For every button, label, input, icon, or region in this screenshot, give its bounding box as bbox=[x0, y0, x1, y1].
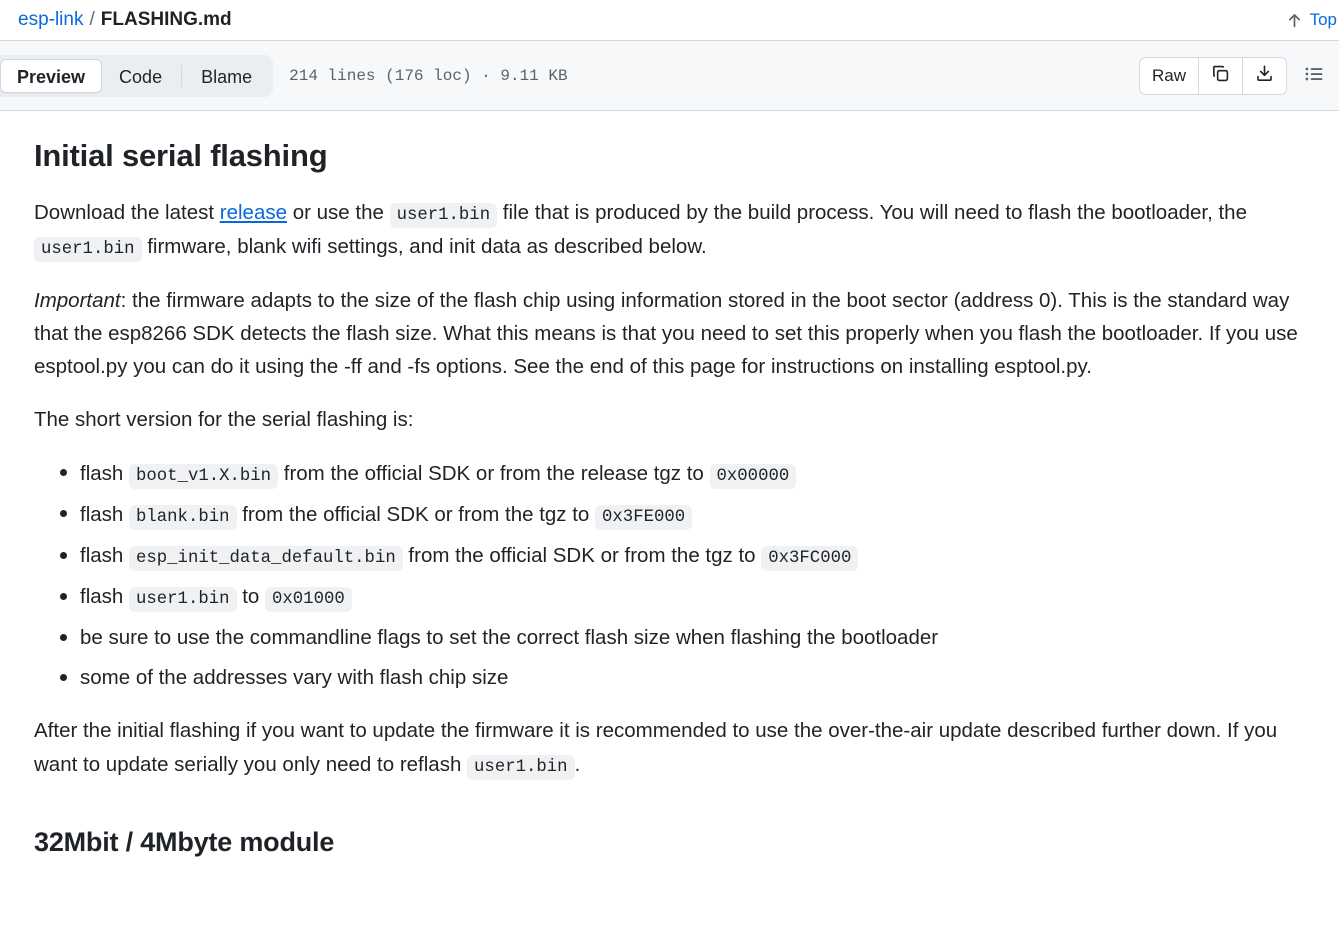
file-actions-button-group: Raw bbox=[1138, 56, 1287, 95]
paragraph-important: Important: the firmware adapts to the si… bbox=[34, 284, 1305, 384]
ota-text-a: After the initial flashing if you want t… bbox=[34, 719, 1278, 776]
intro-text-d: firmware, blank wifi settings, and init … bbox=[141, 234, 707, 258]
inline-code-address: 0x00000 bbox=[709, 463, 797, 489]
file-stats: 214 lines (176 loc) · 9.11 KB bbox=[289, 66, 568, 85]
breadcrumb-repo-link[interactable]: esp-link bbox=[18, 9, 83, 31]
breadcrumb-filename: FLASHING.md bbox=[100, 9, 232, 30]
list-item-text-b: to bbox=[236, 584, 266, 608]
outline-button[interactable] bbox=[1297, 59, 1331, 93]
inline-code-file: esp_init_data_default.bin bbox=[129, 545, 403, 571]
inline-code-file: user1.bin bbox=[129, 586, 237, 612]
view-mode-segmented-control: Preview Code Blame bbox=[0, 54, 274, 97]
list-item-text-b: from the official SDK or from the releas… bbox=[278, 461, 710, 485]
copy-icon bbox=[1211, 64, 1230, 88]
list-item: be sure to use the commandline flags to … bbox=[60, 621, 1305, 654]
arrow-up-icon bbox=[1286, 12, 1303, 29]
breadcrumb-separator: / bbox=[89, 9, 95, 30]
inline-code-address: 0x3FE000 bbox=[595, 504, 693, 530]
inline-code-user1bin-3: user1.bin bbox=[467, 754, 575, 780]
inline-code-file: boot_v1.X.bin bbox=[129, 463, 279, 489]
list-item-text-a: flash bbox=[80, 584, 129, 608]
list-item: some of the addresses vary with flash ch… bbox=[60, 661, 1305, 694]
important-text: : the firmware adapts to the size of the… bbox=[34, 288, 1298, 379]
release-link[interactable]: release bbox=[220, 201, 287, 224]
important-emphasis: Important bbox=[34, 288, 121, 312]
page-title: Initial serial flashing bbox=[34, 138, 328, 173]
paragraph-intro: Download the latest release or use the u… bbox=[34, 196, 1305, 264]
download-icon bbox=[1255, 64, 1274, 88]
intro-text-a: Download the latest bbox=[34, 200, 220, 224]
inline-code-file: blank.bin bbox=[129, 504, 237, 530]
list-item: flash user1.bin to 0x01000 bbox=[60, 580, 1305, 614]
list-item-text-b: from the official SDK or from the tgz to bbox=[236, 502, 596, 526]
copy-button[interactable] bbox=[1199, 57, 1243, 94]
download-button[interactable] bbox=[1243, 57, 1286, 94]
raw-button[interactable]: Raw bbox=[1139, 57, 1199, 94]
list-item-text-a: flash bbox=[80, 543, 129, 567]
list-item-text-b: from the official SDK or from the tgz to bbox=[402, 543, 762, 567]
inline-code-user1bin-1: user1.bin bbox=[389, 202, 498, 228]
intro-text-c: file that is produced by the build proce… bbox=[497, 200, 1247, 224]
inline-code-user1bin-2: user1.bin bbox=[34, 236, 142, 262]
breadcrumb-bar: esp-link / FLASHING.md Top bbox=[0, 0, 1339, 40]
inline-code-address: 0x01000 bbox=[265, 586, 352, 612]
segmented-divider bbox=[181, 64, 183, 87]
list-item: flash esp_init_data_default.bin from the… bbox=[60, 539, 1305, 573]
back-to-top-label: Top bbox=[1309, 10, 1337, 29]
list-item-text-a: be sure to use the commandline flags to … bbox=[80, 625, 939, 649]
ota-text-b: . bbox=[574, 752, 581, 776]
tab-code[interactable]: Code bbox=[102, 59, 179, 93]
list-item-text-a: flash bbox=[80, 461, 129, 485]
list-item: flash blank.bin from the official SDK or… bbox=[60, 498, 1305, 532]
section-heading-module: 32Mbit / 4Mbyte module bbox=[34, 826, 335, 857]
paragraph-ota: After the initial flashing if you want t… bbox=[34, 714, 1305, 781]
paragraph-short-version: The short version for the serial flashin… bbox=[34, 408, 414, 432]
list-item-text-a: flash bbox=[80, 502, 129, 526]
list-item: flash boot_v1.X.bin from the official SD… bbox=[60, 457, 1305, 491]
outline-icon bbox=[1304, 64, 1324, 87]
back-to-top-link[interactable]: Top bbox=[1286, 10, 1339, 30]
file-toolbar: Preview Code Blame 214 lines (176 loc) ·… bbox=[0, 40, 1339, 111]
toolbar-left-group: Preview Code Blame 214 lines (176 loc) ·… bbox=[0, 54, 568, 97]
list-item-text-a: some of the addresses vary with flash ch… bbox=[80, 666, 509, 690]
breadcrumb: esp-link / FLASHING.md bbox=[18, 9, 232, 31]
toolbar-right-group: Raw bbox=[1138, 56, 1331, 95]
flash-steps-list: flash boot_v1.X.bin from the official SD… bbox=[34, 457, 1305, 695]
intro-text-b: or use the bbox=[287, 200, 390, 224]
inline-code-address: 0x3FC000 bbox=[761, 545, 859, 571]
tab-blame[interactable]: Blame bbox=[184, 59, 269, 93]
tab-preview[interactable]: Preview bbox=[0, 58, 103, 93]
markdown-content: Initial serial flashing Download the lat… bbox=[0, 111, 1339, 859]
